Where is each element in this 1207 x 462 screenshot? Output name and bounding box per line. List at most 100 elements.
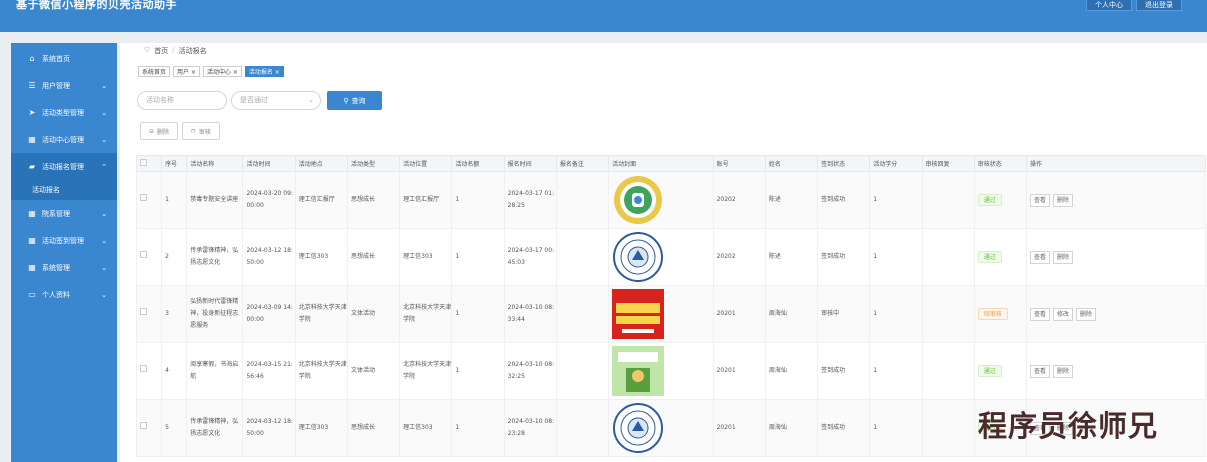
sidebar-item-label: 院系管理 [42, 209, 70, 218]
column-header: 活动类型 [346, 155, 401, 172]
row-op-button[interactable]: 查看 [1030, 307, 1051, 321]
cell-account: 20201 [712, 342, 766, 400]
send-icon: ➤ [28, 108, 36, 117]
sidebar-item-label: 活动签到管理 [42, 236, 84, 245]
row-select-cell [135, 342, 163, 400]
cell-credit: 1 [869, 285, 923, 343]
cell-user-name: 陈述 [764, 171, 819, 229]
row-op-button[interactable]: 删除 [1053, 193, 1074, 207]
grid-icon: ▦ [28, 263, 36, 272]
select-all-checkbox[interactable] [140, 159, 147, 166]
review-label: 审核 [198, 128, 211, 136]
tab-1[interactable]: 用户 × [173, 66, 200, 77]
cell-place: 北京科技大学天津学院 [294, 285, 348, 343]
cell-remark [555, 171, 610, 229]
row-checkbox[interactable] [140, 194, 147, 201]
breadcrumb-home[interactable]: 首页 [154, 46, 168, 56]
query-button[interactable]: ⚲ 查询 [327, 91, 382, 110]
status-select[interactable]: 是否通过 ⌄ [231, 91, 321, 110]
query-label: 查询 [351, 96, 366, 105]
cell-ops: 查看 修改 删除 [1026, 285, 1206, 343]
row-op-button[interactable]: 查看 [1030, 364, 1051, 378]
table-row[interactable]: 4 阅享寒假，书海启航 2024-03-15 21:56:46 北京科技大学天津… [135, 342, 1206, 400]
chevron-icon: ⌄ [101, 209, 107, 218]
row-checkbox[interactable] [140, 251, 147, 258]
row-select-cell [135, 285, 163, 343]
row-op-button[interactable]: 删除 [1053, 364, 1074, 378]
row-checkbox[interactable] [140, 365, 147, 372]
row-op-button[interactable]: 删除 [1053, 250, 1074, 264]
table-row[interactable]: 3 弘扬新时代雷锋精神，投身新征程志愿服务 2024-03-09 14:00:0… [135, 285, 1206, 343]
sidebar-item-0[interactable]: ⌂ 系统首页 [11, 45, 117, 72]
breadcrumb-current: 活动报名 [178, 47, 207, 55]
column-header: 活动名称 [186, 155, 244, 172]
cover-seal-image [613, 403, 664, 453]
sidebar-item-label: 系统首页 [42, 54, 70, 63]
column-header: 活动封面 [608, 155, 714, 172]
cell-user-name: 陈述 [764, 228, 819, 286]
sidebar-item-1[interactable]: ☰ 用户管理 ⌄ [11, 72, 117, 99]
sidebar-item-4[interactable]: ▰ 活动报名管理 ⌃ [11, 153, 117, 180]
tab-0[interactable]: 系统首页 [138, 66, 171, 77]
sidebar-item-2[interactable]: ➤ 活动类型管理 ⌄ [11, 99, 117, 126]
delete-label: 删除 [157, 128, 170, 136]
cell-cover [608, 285, 714, 343]
cover-badge-image [614, 176, 663, 224]
cell-credit: 1 [869, 228, 923, 286]
sidebar: ⌂ 系统首页 ☰ 用户管理 ⌄ ➤ 活动类型管理 ⌄ ▦ 活动中心管理 ⌄ ▰ … [11, 43, 117, 462]
sidebar-item-3[interactable]: ▦ 活动中心管理 ⌄ [11, 126, 117, 153]
cell-credit: 1 [869, 342, 923, 400]
grid-icon: ▦ [28, 209, 36, 218]
cell-user-name: 周海仙 [764, 285, 819, 343]
row-op-button[interactable]: 修改 [1053, 307, 1074, 321]
cell-location: 理工信303 [399, 228, 453, 286]
cell-checkin: 签到成功 [817, 399, 871, 457]
column-header: 审核回复 [921, 155, 975, 172]
cell-quota: 1 [451, 342, 505, 400]
cell-place: 理工信303 [294, 228, 348, 286]
sidebar-item-7[interactable]: ▦ 系统管理 ⌄ [11, 254, 117, 281]
cell-name: 传承雷锋精神，弘扬志愿文化 [186, 399, 244, 457]
cell-account: 20201 [712, 399, 766, 457]
tab-2[interactable]: 活动中心 × [202, 66, 242, 77]
grid-icon: ▦ [28, 236, 36, 245]
column-header: 活动名额 [451, 155, 505, 172]
sidebar-subitem-signup[interactable]: 活动报名 [11, 180, 117, 200]
logout-button[interactable]: 退出登录 [1136, 0, 1182, 11]
cell-checkin: 签到成功 [817, 171, 871, 229]
sidebar-item-label: 活动类型管理 [42, 108, 84, 117]
cell-status: 通过 [973, 171, 1028, 229]
sidebar-item-8[interactable]: ▭ 个人资料 ⌄ [11, 281, 117, 308]
row-checkbox[interactable] [140, 422, 147, 429]
cell-signup-time: 2024-03-10 08:33:44 [503, 285, 557, 343]
cell-no: 1 [161, 171, 188, 229]
cell-status: 通过 [973, 342, 1028, 400]
row-op-button[interactable]: 查看 [1030, 193, 1051, 207]
table-row[interactable]: 2 传承雷锋精神，弘扬志愿文化 2024-03-12 18:50:00 理工信3… [135, 228, 1206, 286]
batch-delete-button[interactable]: ⊖ 删除 [140, 122, 178, 140]
breadcrumb-sep: / [172, 46, 175, 54]
cell-no: 4 [161, 342, 188, 400]
sidebar-item-5[interactable]: ▦ 院系管理 ⌄ [11, 200, 117, 227]
row-checkbox[interactable] [140, 308, 147, 315]
review-button[interactable]: ⊓ 审核 [182, 122, 220, 140]
status-badge: 通过 [977, 250, 1002, 263]
sidebar-item-6[interactable]: ▦ 活动签到管理 ⌄ [11, 227, 117, 254]
table-row[interactable]: 1 禁毒专题安全讲座 2024-03-20 09:00:00 理工信汇报厅 思想… [135, 171, 1206, 229]
list-icon: ☰ [28, 81, 36, 90]
row-op-button[interactable]: 删除 [1076, 307, 1097, 321]
cell-location: 北京科技大学天津学院 [399, 285, 453, 343]
app-title: 基于微信小程序的贝壳活动助手 [16, 0, 177, 11]
activity-name-input[interactable]: 活动名称 [137, 91, 227, 110]
row-op-button[interactable]: 查看 [1030, 250, 1051, 264]
cell-status: 通过 [973, 228, 1028, 286]
breadcrumb: ♡ 首页 / 活动报名 [144, 46, 207, 56]
cell-time: 2024-03-12 18:50:00 [242, 228, 296, 286]
cell-account: 20201 [712, 285, 766, 343]
cell-type: 文体活动 [346, 285, 401, 343]
column-header: 签到状态 [817, 155, 871, 172]
tab-3[interactable]: 活动报名 × [244, 66, 284, 77]
column-header: 报名备注 [555, 155, 610, 172]
column-header: 活动地点 [294, 155, 348, 172]
user-center-button[interactable]: 个人中心 [1086, 0, 1132, 11]
